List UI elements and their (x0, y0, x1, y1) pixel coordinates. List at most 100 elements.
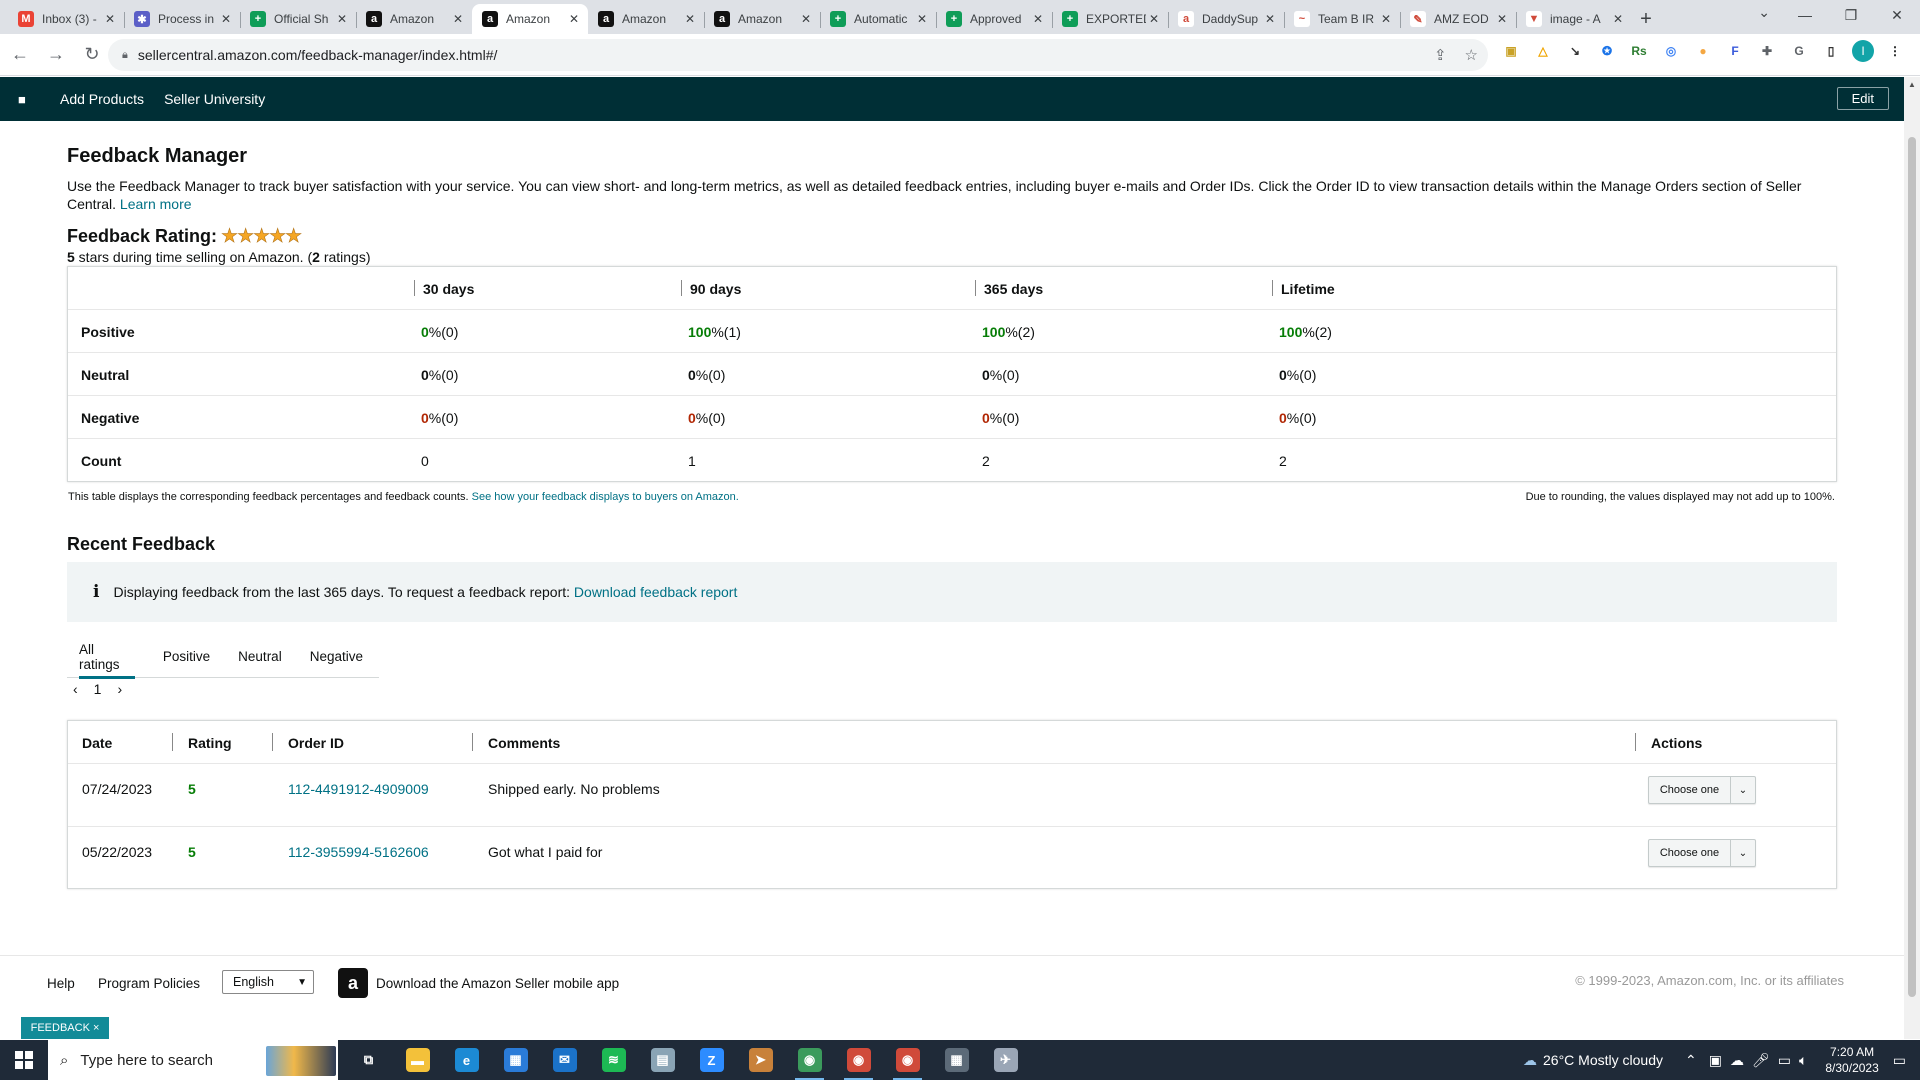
zoom-icon[interactable]: Z (687, 1040, 736, 1080)
tab-all-ratings[interactable]: All ratings (79, 636, 135, 679)
kebab-menu-icon[interactable]: ⋮ (1884, 40, 1906, 62)
chrome-icon[interactable]: ◉ (834, 1040, 883, 1080)
browser-tab[interactable]: ✱ Process in ✕ (124, 4, 240, 34)
feedback-tag[interactable]: FEEDBACK × (21, 1017, 109, 1039)
notifications-icon[interactable]: ▭ (1893, 1052, 1906, 1069)
sidebar-icon[interactable]: ▯ (1820, 40, 1842, 62)
address-bar[interactable]: 🔒︎ sellercentral.amazon.com/feedback-man… (108, 39, 1488, 71)
close-tab-icon[interactable]: ✕ (682, 12, 698, 26)
browser-tab[interactable]: a DaddySup ✕ (1168, 4, 1284, 34)
back-icon[interactable]: ← (4, 39, 36, 71)
browser-tab[interactable]: ✎ AMZ EOD ✕ (1400, 4, 1516, 34)
tray-chevron-icon[interactable]: ⌃ (1685, 1052, 1697, 1069)
g-icon[interactable]: G (1788, 40, 1810, 62)
calculator-icon[interactable]: ▦ (932, 1040, 981, 1080)
browser-tab[interactable]: + Automatic ✕ (820, 4, 936, 34)
next-page-icon[interactable]: › (117, 681, 122, 697)
close-tab-icon[interactable]: ✕ (218, 12, 234, 26)
spotify-icon[interactable]: ≋ (589, 1040, 638, 1080)
browser-tab[interactable]: a Amazon ✕ (472, 4, 588, 34)
prev-page-icon[interactable]: ‹ (73, 681, 78, 697)
browser-tab[interactable]: M Inbox (3) - ✕ (8, 4, 124, 34)
weather-icon[interactable]: ☁ (1523, 1052, 1537, 1069)
buyer-display-link[interactable]: See how your feedback displays to buyers… (472, 491, 739, 503)
help-link[interactable]: Help (47, 976, 75, 991)
bookmark-star-icon[interactable]: ☆ (1465, 46, 1478, 64)
tab-positive[interactable]: Positive (163, 636, 210, 678)
close-window-button[interactable]: ✕ (1874, 0, 1920, 30)
profile-avatar[interactable]: I (1852, 40, 1874, 62)
file-explorer-icon[interactable]: ▬ (393, 1040, 442, 1080)
mail-icon[interactable]: ✉ (540, 1040, 589, 1080)
browser-tab[interactable]: a Amazon ✕ (588, 4, 704, 34)
download-report-link[interactable]: Download feedback report (574, 584, 737, 600)
rs-icon[interactable]: Rs (1628, 40, 1650, 62)
actions-dropdown[interactable]: Choose one ⌄ (1648, 839, 1756, 867)
chrome-icon[interactable]: ◉ (785, 1040, 834, 1080)
scroll-thumb[interactable] (1908, 137, 1916, 997)
tab-negative[interactable]: Negative (310, 636, 363, 678)
scroll-up-icon[interactable]: ▲ (1904, 77, 1920, 93)
bookmark-icon[interactable]: ■ (18, 92, 30, 107)
maximize-button[interactable]: ❐ (1828, 0, 1874, 30)
lock-box-icon[interactable]: ▣ (1500, 40, 1522, 62)
browser-tab[interactable]: + Approved ✕ (936, 4, 1052, 34)
reload-icon[interactable]: ↻ (76, 39, 108, 71)
edge-icon[interactable]: e (442, 1040, 491, 1080)
vertical-scrollbar[interactable]: ▲ (1904, 77, 1920, 1039)
tray-icons[interactable]: ▣☁🎤︎▭🔈︎ (1709, 1052, 1816, 1069)
close-tab-icon[interactable]: ✕ (102, 12, 118, 26)
cursor-icon[interactable]: ↘ (1564, 40, 1586, 62)
order-id-link[interactable]: 112-4491912-4909009 (288, 764, 429, 814)
order-id-link[interactable]: 112-3955994-5162606 (288, 827, 429, 877)
amazon-app-icon[interactable]: a (338, 968, 368, 998)
windows-start-icon[interactable] (0, 1040, 48, 1080)
actions-dropdown[interactable]: Choose one ⌄ (1648, 776, 1756, 804)
close-tab-icon[interactable]: ✕ (1494, 12, 1510, 26)
tab-neutral[interactable]: Neutral (238, 636, 282, 678)
close-tab-icon[interactable]: ✕ (566, 12, 582, 26)
browser-tab[interactable]: a Amazon ✕ (704, 4, 820, 34)
close-tab-icon[interactable]: ✕ (334, 12, 350, 26)
learn-more-link[interactable]: Learn more (120, 196, 192, 212)
close-tab-icon[interactable]: ✕ (450, 12, 466, 26)
chart-icon[interactable]: △ (1532, 40, 1554, 62)
close-tab-icon[interactable]: ✕ (1262, 12, 1278, 26)
weather-text[interactable]: 26°C Mostly cloudy (1543, 1052, 1663, 1068)
nav-seller-university[interactable]: Seller University (164, 91, 265, 107)
telegram-icon[interactable]: ➤ (736, 1040, 785, 1080)
f-icon[interactable]: F (1724, 40, 1746, 62)
close-tab-icon[interactable]: ✕ (1146, 12, 1162, 26)
taskbar-search[interactable]: ⌕ Type here to search (48, 1040, 338, 1080)
close-tab-icon[interactable]: ✕ (1378, 12, 1394, 26)
store-icon[interactable]: ▦ (491, 1040, 540, 1080)
nav-add-products[interactable]: Add Products (60, 91, 144, 107)
paint-icon[interactable]: ✈ (981, 1040, 1030, 1080)
chrome-icon[interactable]: ◉ (883, 1040, 932, 1080)
browser-tab[interactable]: + Official Sh ✕ (240, 4, 356, 34)
close-tab-icon[interactable]: ✕ (798, 12, 814, 26)
browser-tab[interactable]: a Amazon ✕ (356, 4, 472, 34)
forward-icon[interactable]: → (40, 39, 72, 71)
browser-tab[interactable]: ▼ image - A ✕ (1516, 4, 1632, 34)
minimize-button[interactable]: — (1782, 0, 1828, 30)
share-icon[interactable]: ⇪ (1434, 46, 1447, 64)
orange-dot-icon[interactable]: ● (1692, 40, 1714, 62)
browser-tab[interactable]: + EXPORTED ✕ (1052, 4, 1168, 34)
program-policies-link[interactable]: Program Policies (98, 976, 200, 991)
close-tab-icon[interactable]: ✕ (1610, 12, 1626, 26)
close-tab-icon[interactable]: ✕ (1030, 12, 1046, 26)
clock[interactable]: 7:20 AM 8/30/2023 (1825, 1044, 1878, 1076)
compass-icon[interactable]: ✪ (1596, 40, 1618, 62)
close-tab-icon[interactable]: ✕ (914, 12, 930, 26)
language-select[interactable]: English ▼ (222, 970, 314, 994)
circles-icon[interactable]: ◎ (1660, 40, 1682, 62)
lock-icon[interactable]: 🔒︎ (122, 49, 128, 62)
puzzle-icon[interactable]: ✚ (1756, 40, 1778, 62)
browser-tab[interactable]: ~ Team B IR ✕ (1284, 4, 1400, 34)
mobile-app-link[interactable]: Download the Amazon Seller mobile app (376, 976, 619, 991)
task-view-icon[interactable]: ⧉ (344, 1040, 393, 1080)
page-number[interactable]: 1 (94, 681, 102, 697)
notes-icon[interactable]: ▤ (638, 1040, 687, 1080)
edit-button[interactable]: Edit (1836, 87, 1889, 110)
